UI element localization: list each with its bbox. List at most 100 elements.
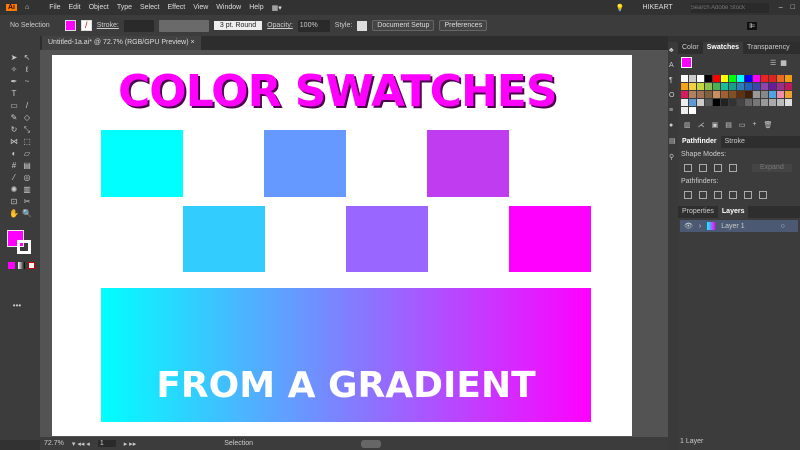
- list-view-icon[interactable]: ☰: [770, 59, 776, 67]
- club-icon[interactable]: ♣: [669, 47, 677, 54]
- tab-properties[interactable]: Properties: [678, 206, 718, 218]
- tab-layers[interactable]: Layers: [717, 206, 749, 218]
- swatch-chip[interactable]: [753, 83, 760, 90]
- magic-wand-icon[interactable]: ✧: [9, 66, 19, 74]
- swatch-kind-icon[interactable]: ⋌: [698, 121, 705, 129]
- swatch-chip[interactable]: [761, 83, 768, 90]
- swatch-chip[interactable]: [705, 99, 712, 106]
- swatch-chip[interactable]: [729, 91, 736, 98]
- artwork-title[interactable]: COLOR SWATCHES: [118, 66, 558, 117]
- align-panel-icon[interactable]: ≡: [669, 107, 677, 114]
- swatch-chip[interactable]: [753, 75, 760, 82]
- perspective-icon[interactable]: ▱: [22, 150, 32, 158]
- document-setup-button[interactable]: Document Setup: [372, 20, 435, 31]
- artboard-nav-icon[interactable]: ▸ ▸▸: [124, 440, 137, 448]
- swatch-chip[interactable]: [745, 83, 752, 90]
- lasso-icon[interactable]: ℓ: [22, 66, 32, 74]
- direct-selection-tool-icon[interactable]: ↖: [22, 54, 32, 62]
- swatch-chip[interactable]: [713, 99, 720, 106]
- gradient-caption[interactable]: FROM A GRADIENT: [101, 365, 591, 406]
- swatch-chip[interactable]: [681, 91, 688, 98]
- curvature-icon[interactable]: ~: [22, 78, 32, 86]
- scale-icon[interactable]: ⤡: [22, 126, 32, 134]
- swatch-chip[interactable]: [745, 99, 752, 106]
- swatch-chip[interactable]: [697, 75, 704, 82]
- new-folder-icon[interactable]: ▭: [739, 121, 746, 129]
- swatch-chip[interactable]: [705, 91, 712, 98]
- layer-target-icon[interactable]: ○: [781, 223, 785, 230]
- stroke-color-box[interactable]: [17, 240, 31, 254]
- swatch-chip[interactable]: [777, 83, 784, 90]
- opentype-icon[interactable]: O: [669, 92, 677, 99]
- swatch-chip[interactable]: [697, 91, 704, 98]
- preferences-button[interactable]: Preferences: [439, 20, 488, 31]
- zoom-dropdown-icon[interactable]: ▾ ◂◂ ◂: [72, 440, 90, 448]
- gradient-panel-icon[interactable]: ▤: [669, 137, 677, 145]
- swatch-chip[interactable]: [777, 91, 784, 98]
- crop-icon[interactable]: [729, 191, 737, 199]
- menu-window[interactable]: Window: [216, 4, 241, 11]
- swatch-chip[interactable]: [785, 91, 792, 98]
- free-transform-icon[interactable]: ⬚: [22, 138, 32, 146]
- swatch-chip[interactable]: [689, 83, 696, 90]
- swatch-chip[interactable]: [729, 99, 736, 106]
- swatch-chip[interactable]: [761, 75, 768, 82]
- menu-type[interactable]: Type: [117, 4, 132, 11]
- align-icon[interactable]: ⊫: [747, 21, 758, 30]
- swatch-chip[interactable]: [721, 91, 728, 98]
- maximize-icon[interactable]: □: [791, 4, 795, 11]
- swatch-chip[interactable]: [697, 99, 704, 106]
- current-fill-swatch[interactable]: [681, 57, 692, 68]
- artboard-number[interactable]: 1: [97, 440, 116, 447]
- swatch-square-blue[interactable]: [264, 130, 346, 197]
- eraser-icon[interactable]: ◇: [22, 114, 32, 122]
- opacity-field[interactable]: 100%: [297, 19, 330, 32]
- tab-swatches[interactable]: Swatches: [702, 42, 744, 54]
- swatch-square-violet[interactable]: [346, 206, 428, 272]
- minus-front-icon[interactable]: [699, 164, 707, 172]
- appearance-icon[interactable]: ●: [669, 122, 677, 129]
- symbol-sprayer-icon[interactable]: ✺: [9, 186, 19, 194]
- swatch-chip[interactable]: [729, 75, 736, 82]
- swatch-chip[interactable]: [721, 99, 728, 106]
- swatch-chip[interactable]: [713, 75, 720, 82]
- slice-icon[interactable]: ✂: [22, 198, 32, 206]
- variable-width-field[interactable]: [158, 19, 209, 32]
- brush-dropdown[interactable]: 3 pt. Round: [213, 21, 263, 30]
- gradient-mode[interactable]: [18, 262, 25, 269]
- swatch-chip[interactable]: [721, 75, 728, 82]
- swatch-chip[interactable]: [785, 75, 792, 82]
- swatch-chip[interactable]: [761, 91, 768, 98]
- new-group-icon[interactable]: ▤: [725, 121, 732, 129]
- swatch-chip[interactable]: [705, 75, 712, 82]
- tab-transparency[interactable]: Transparency: [743, 42, 794, 54]
- swatch-chip[interactable]: [769, 83, 776, 90]
- swatch-chip[interactable]: [777, 99, 784, 106]
- swatch-square-cyan[interactable]: [101, 130, 183, 197]
- swatch-chip[interactable]: [713, 83, 720, 90]
- expand-layer-icon[interactable]: ›: [699, 223, 701, 230]
- expand-button[interactable]: Expand: [752, 164, 792, 172]
- swatch-square-magenta[interactable]: [509, 206, 591, 272]
- swatch-square-sky[interactable]: [183, 206, 265, 272]
- pen-tool-icon[interactable]: ✒: [9, 78, 19, 86]
- swatch-library-icon[interactable]: ▥: [684, 121, 691, 129]
- visibility-eye-icon[interactable]: 👁: [684, 222, 693, 230]
- swatch-chip[interactable]: [681, 83, 688, 90]
- puppet-icon[interactable]: ⚲: [669, 153, 677, 161]
- swatch-chip[interactable]: [689, 91, 696, 98]
- menu-select[interactable]: Select: [140, 4, 159, 11]
- stroke-weight-field[interactable]: [123, 19, 154, 32]
- swatch-chip[interactable]: [785, 83, 792, 90]
- swatch-chip[interactable]: [761, 99, 768, 106]
- swatch-chip[interactable]: [737, 75, 744, 82]
- workspace-icon[interactable]: ▦▾: [272, 4, 282, 12]
- swatch-chip[interactable]: [769, 91, 776, 98]
- stroke-swatch[interactable]: /: [80, 20, 92, 31]
- style-swatch[interactable]: [357, 20, 368, 31]
- home-icon[interactable]: ⌂: [25, 4, 29, 11]
- swatch-chip[interactable]: [681, 107, 688, 114]
- graph-icon[interactable]: ▥: [22, 186, 32, 194]
- document-tab[interactable]: Untitled-1a.ai* @ 72.7% (RGB/GPU Preview…: [42, 36, 201, 50]
- tab-pathfinder[interactable]: Pathfinder: [678, 136, 721, 148]
